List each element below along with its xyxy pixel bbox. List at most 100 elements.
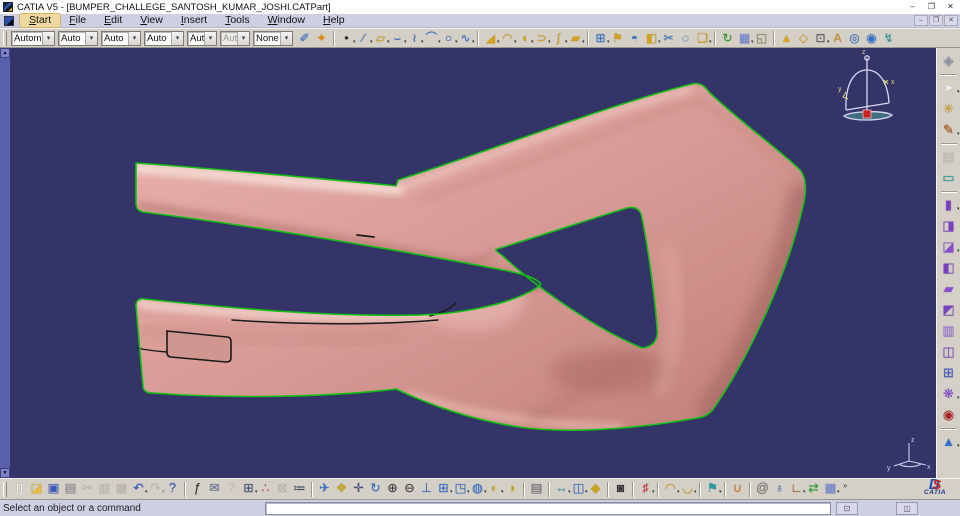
chevron-down-icon[interactable]: ▾ xyxy=(237,31,249,45)
doc-minimize-button[interactable]: – xyxy=(914,15,928,26)
menu-start[interactable]: Start xyxy=(18,13,62,28)
open-folder-icon[interactable]: ◪ xyxy=(29,480,45,498)
shaft-icon[interactable]: ▰ xyxy=(939,279,959,300)
design-table-icon[interactable]: ⊞ xyxy=(241,480,257,501)
multi-pad-icon[interactable]: ◪ xyxy=(939,237,959,261)
filter-combo-2[interactable]: Auto ▾ xyxy=(58,30,98,46)
join-surfaces-icon[interactable]: ⊞ xyxy=(593,30,609,50)
toolbar-grip[interactable] xyxy=(3,481,7,497)
update-icon[interactable]: ↻ xyxy=(720,30,736,47)
magic-wand-icon[interactable]: ✦ xyxy=(314,30,330,47)
measure-between-icon[interactable]: ↔ xyxy=(554,480,570,501)
zoom-in-icon[interactable]: ⊕ xyxy=(385,480,401,498)
chevron-down-icon[interactable]: ▾ xyxy=(280,31,292,45)
rotate-icon[interactable]: ↻ xyxy=(368,480,384,498)
product-structure-icon[interactable]: ∴ xyxy=(258,480,274,498)
filter-combo-3[interactable]: Auto ▾ xyxy=(101,30,141,46)
chevron-down-icon[interactable]: ▾ xyxy=(204,31,216,45)
capture-icon[interactable]: ▤ xyxy=(529,480,545,498)
whats-this-icon[interactable]: ? xyxy=(165,480,181,498)
offset-surface-icon[interactable]: ⊃ xyxy=(534,30,550,50)
menu-edit[interactable]: Edit xyxy=(95,14,131,27)
pocket-icon[interactable]: ◧ xyxy=(939,258,959,279)
boundary-icon[interactable]: ◌ xyxy=(678,30,694,47)
zoom-out-icon[interactable]: ⊖ xyxy=(402,480,418,498)
light-source-icon[interactable]: ⊡ xyxy=(813,30,829,50)
grid-icon[interactable]: ▦ xyxy=(823,480,840,501)
small-axis-icon[interactable]: ↯ xyxy=(881,30,897,47)
menu-insert[interactable]: Insert xyxy=(172,14,216,27)
groove-icon[interactable]: ◩ xyxy=(939,300,959,321)
constraint-cone-icon[interactable]: ▲ xyxy=(939,432,959,456)
doc-close-button[interactable]: ✕ xyxy=(944,15,958,26)
menu-tools[interactable]: Tools xyxy=(216,14,259,27)
tree-scroll-up-button[interactable]: ▲ xyxy=(0,48,10,58)
circle-target-icon[interactable]: ◎ xyxy=(847,30,863,47)
pad-icon[interactable]: ▮ xyxy=(939,195,960,219)
pan-icon[interactable]: ✛ xyxy=(351,480,367,498)
surface-analysis-icon[interactable]: ⚑ xyxy=(705,480,722,501)
minimize-button[interactable]: – xyxy=(903,0,922,14)
smart-pick-icon[interactable]: ✳ xyxy=(939,99,959,120)
new-document-icon[interactable]: ▯ xyxy=(12,480,28,498)
normal-view-icon[interactable]: ⊥ xyxy=(419,480,435,498)
menu-file[interactable]: File xyxy=(60,14,95,27)
grid-snap-icon[interactable]: ▦ xyxy=(737,30,754,50)
extract-icon[interactable]: ❏ xyxy=(695,30,711,50)
fly-mode-icon[interactable]: ✈ xyxy=(317,480,333,498)
text-annotation-icon[interactable]: A xyxy=(830,30,846,47)
measure-item-icon[interactable]: ◫ xyxy=(571,480,588,501)
point-icon[interactable]: • xyxy=(339,30,355,50)
plane-view-icon[interactable]: ▭ xyxy=(939,168,959,189)
link-icon[interactable]: @ xyxy=(755,480,771,498)
filter-combo-4[interactable]: Auto ▾ xyxy=(144,30,184,46)
sweep-surface-icon[interactable]: ∫ xyxy=(551,30,568,50)
trim-icon[interactable]: ✂ xyxy=(661,30,677,47)
exchange-icon[interactable]: ⇄ xyxy=(806,480,822,498)
workbench-icon[interactable]: ◈ xyxy=(939,51,959,72)
close-button[interactable]: ✕ xyxy=(941,0,960,14)
sphere-surface-icon[interactable]: ◖ xyxy=(517,30,534,50)
rib-icon[interactable]: ▥ xyxy=(939,321,959,342)
equation-icon[interactable]: ≔ xyxy=(292,480,308,498)
boxed-sphere-icon[interactable]: ◉ xyxy=(864,30,880,47)
maximize-button[interactable]: ❐ xyxy=(922,0,941,14)
select-icon[interactable]: ➤ xyxy=(939,78,959,102)
chevron-down-icon[interactable]: ▾ xyxy=(128,31,140,45)
healing-icon[interactable]: ⚑ xyxy=(610,30,626,47)
record-icon[interactable]: ◉ xyxy=(939,405,959,426)
comment-icon[interactable]: ✉ xyxy=(207,480,223,498)
fill-surface-icon[interactable]: ▰ xyxy=(568,30,585,50)
status-expand-button[interactable]: ⊡ xyxy=(836,501,858,515)
projection-icon[interactable]: ⌣ xyxy=(390,30,407,50)
mask-icon[interactable]: ◱ xyxy=(754,30,770,47)
mass-properties-icon[interactable]: ◆ xyxy=(588,480,604,498)
connect-checker-icon[interactable]: ◠ xyxy=(663,480,679,501)
revolve-surface-icon[interactable]: ◠ xyxy=(500,30,516,50)
line-icon[interactable]: ∕ xyxy=(356,30,372,50)
tree-scroll-down-button[interactable]: ▼ xyxy=(0,468,10,478)
chevron-down-icon[interactable]: ▾ xyxy=(171,31,183,45)
menu-window[interactable]: Window xyxy=(259,14,314,27)
power-input-field[interactable] xyxy=(265,501,831,515)
toolbar-grip[interactable] xyxy=(3,30,7,46)
menu-view[interactable]: View xyxy=(131,14,172,27)
doc-restore-button[interactable]: ❐ xyxy=(929,15,943,26)
axis-system-icon[interactable]: ∟ xyxy=(789,480,805,501)
camera-icon[interactable]: ◙ xyxy=(613,480,629,498)
render-style-icon[interactable]: ◍ xyxy=(470,480,486,501)
multi-view-icon[interactable]: ⊞ xyxy=(436,480,452,501)
spline-icon[interactable]: ∿ xyxy=(458,30,474,50)
menu-help[interactable]: Help xyxy=(314,14,354,27)
status-doc-button[interactable]: ◫ xyxy=(896,501,918,515)
chevron-down-icon[interactable]: ▾ xyxy=(85,31,97,45)
view-compass[interactable]: z y x xyxy=(838,49,895,121)
save-icon[interactable]: ▣ xyxy=(46,480,62,498)
bumper-model[interactable] xyxy=(135,82,807,432)
facet-icon[interactable]: ◇ xyxy=(796,30,812,47)
plane-icon[interactable]: ▱ xyxy=(373,30,390,50)
hide-show-icon[interactable]: ◐ xyxy=(487,480,504,501)
fit-all-icon[interactable]: ❖ xyxy=(334,480,350,498)
toolbar-overflow-chevron[interactable]: » xyxy=(843,481,847,490)
catalog-icon[interactable]: ⊞ xyxy=(939,363,959,384)
